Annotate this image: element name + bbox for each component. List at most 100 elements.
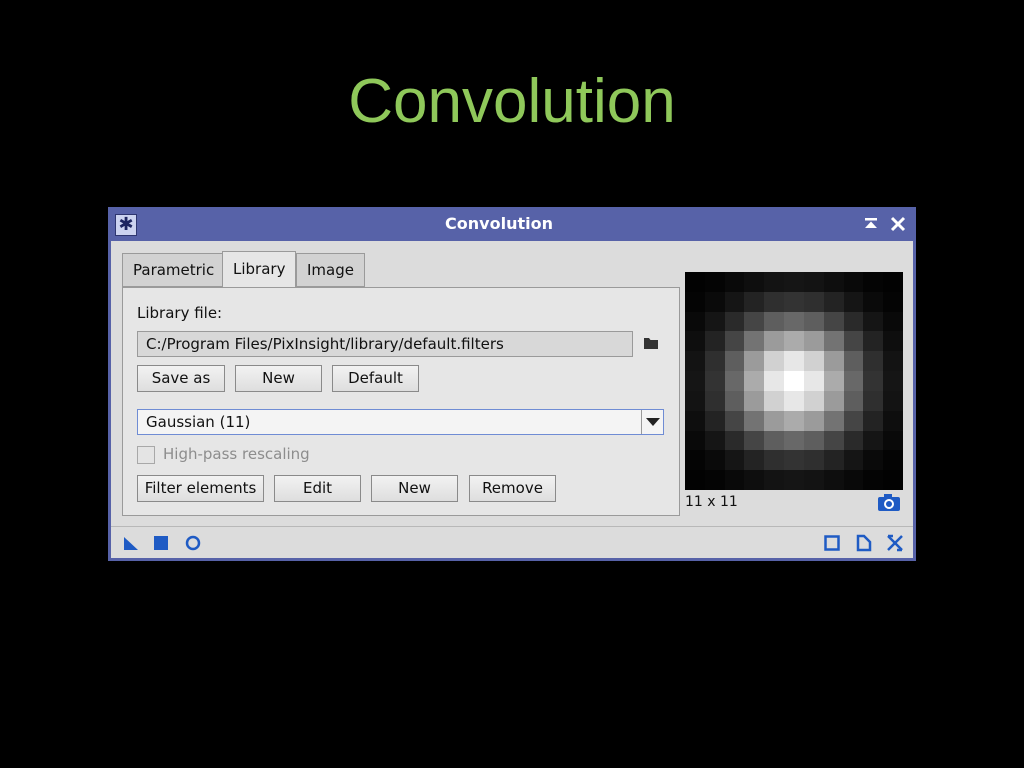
kernel-cell [803, 371, 824, 391]
kernel-cell [685, 291, 705, 312]
kernel-cell [823, 390, 844, 411]
kernel-cell [764, 291, 785, 312]
kernel-cell [803, 430, 824, 451]
chevron-down-icon[interactable] [641, 410, 663, 434]
kernel-cell [685, 272, 705, 292]
kernel-cell [744, 410, 765, 431]
kernel-cell [843, 272, 864, 292]
folder-icon[interactable] [643, 335, 659, 349]
kernel-cell [685, 410, 705, 431]
kernel-cell [823, 272, 844, 292]
remove-filter-button[interactable]: Remove [469, 475, 556, 502]
window-title: Convolution [445, 214, 553, 233]
kernel-cell [744, 331, 765, 352]
kernel-cell [843, 331, 864, 352]
kernel-cell [803, 331, 824, 352]
apply-global-icon[interactable] [184, 534, 202, 552]
kernel-cell [764, 272, 785, 292]
kernel-cell [764, 351, 785, 372]
library-file-label: Library file: [137, 304, 223, 322]
documentation-icon[interactable] [855, 534, 873, 552]
tab-image[interactable]: Image [296, 253, 365, 287]
kernel-cell [764, 410, 785, 431]
kernel-cell [704, 410, 725, 431]
kernel-cell [685, 450, 705, 471]
kernel-cell [883, 331, 903, 352]
bottom-toolbar [111, 526, 913, 558]
kernel-cell [724, 311, 745, 332]
kernel-cell [704, 450, 725, 471]
kernel-cell [883, 450, 903, 471]
kernel-cell [823, 470, 844, 490]
kernel-cell [704, 430, 725, 451]
kernel-cell [685, 331, 705, 352]
kernel-cell [843, 291, 864, 312]
default-library-button[interactable]: Default [332, 365, 419, 392]
kernel-cell [724, 371, 745, 391]
library-file-path[interactable]: C:/Program Files/PixInsight/library/defa… [137, 331, 633, 357]
kernel-cell [843, 351, 864, 372]
kernel-cell [744, 450, 765, 471]
kernel-cell [744, 311, 765, 332]
library-panel: Library file: C:/Program Files/PixInsigh… [122, 287, 680, 516]
kernel-cell [823, 311, 844, 332]
tab-library[interactable]: Library [222, 251, 297, 287]
kernel-cell [744, 291, 765, 312]
kernel-cell [863, 351, 884, 372]
kernel-cell [843, 390, 864, 411]
kernel-cell [823, 351, 844, 372]
apply-square-icon[interactable] [152, 534, 170, 552]
kernel-cell [803, 311, 824, 332]
window-titlebar[interactable]: ✱ Convolution [108, 207, 916, 241]
kernel-cell [764, 450, 785, 471]
kernel-cell [685, 351, 705, 372]
filter-elements-button[interactable]: Filter elements [137, 475, 264, 502]
new-instance-icon[interactable] [122, 534, 140, 552]
kernel-cell [863, 371, 884, 391]
kernel-cell [803, 351, 824, 372]
slide-title: Convolution [348, 67, 676, 136]
close-icon[interactable] [888, 214, 908, 234]
kernel-cell [784, 410, 804, 431]
preview-icon[interactable] [823, 534, 841, 552]
shade-icon[interactable] [861, 214, 881, 234]
edit-filter-button[interactable]: Edit [274, 475, 361, 502]
kernel-cell [883, 272, 903, 292]
kernel-cell [803, 390, 824, 411]
kernel-cell [883, 351, 903, 372]
kernel-cell [744, 430, 765, 451]
kernel-cell [744, 390, 765, 411]
kernel-cell [803, 291, 824, 312]
kernel-cell [883, 430, 903, 451]
high-pass-checkbox[interactable] [137, 446, 155, 464]
kernel-cell [863, 331, 884, 352]
tab-parametric[interactable]: Parametric [122, 253, 226, 287]
kernel-cell [784, 450, 804, 471]
kernel-cell [883, 470, 903, 490]
kernel-cell [823, 291, 844, 312]
kernel-cell [883, 410, 903, 431]
kernel-cell [803, 470, 824, 490]
kernel-cell [784, 331, 804, 352]
kernel-cell [803, 450, 824, 471]
kernel-cell [784, 291, 804, 312]
kernel-cell [704, 272, 725, 292]
kernel-cell [863, 291, 884, 312]
kernel-cell [883, 311, 903, 332]
kernel-cell [883, 371, 903, 391]
reset-icon[interactable] [886, 534, 904, 552]
kernel-cell [724, 331, 745, 352]
kernel-cell [685, 470, 705, 490]
kernel-cell [744, 470, 765, 490]
kernel-cell [764, 470, 785, 490]
new-library-button[interactable]: New [235, 365, 322, 392]
kernel-cell [863, 272, 884, 292]
kernel-cell [685, 371, 705, 391]
kernel-cell [764, 331, 785, 352]
filter-select[interactable]: Gaussian (11) [137, 409, 664, 435]
kernel-cell [843, 371, 864, 391]
save-as-button[interactable]: Save as [137, 365, 225, 392]
camera-icon[interactable] [877, 492, 901, 512]
kernel-cell [784, 390, 804, 411]
new-filter-button[interactable]: New [371, 475, 458, 502]
